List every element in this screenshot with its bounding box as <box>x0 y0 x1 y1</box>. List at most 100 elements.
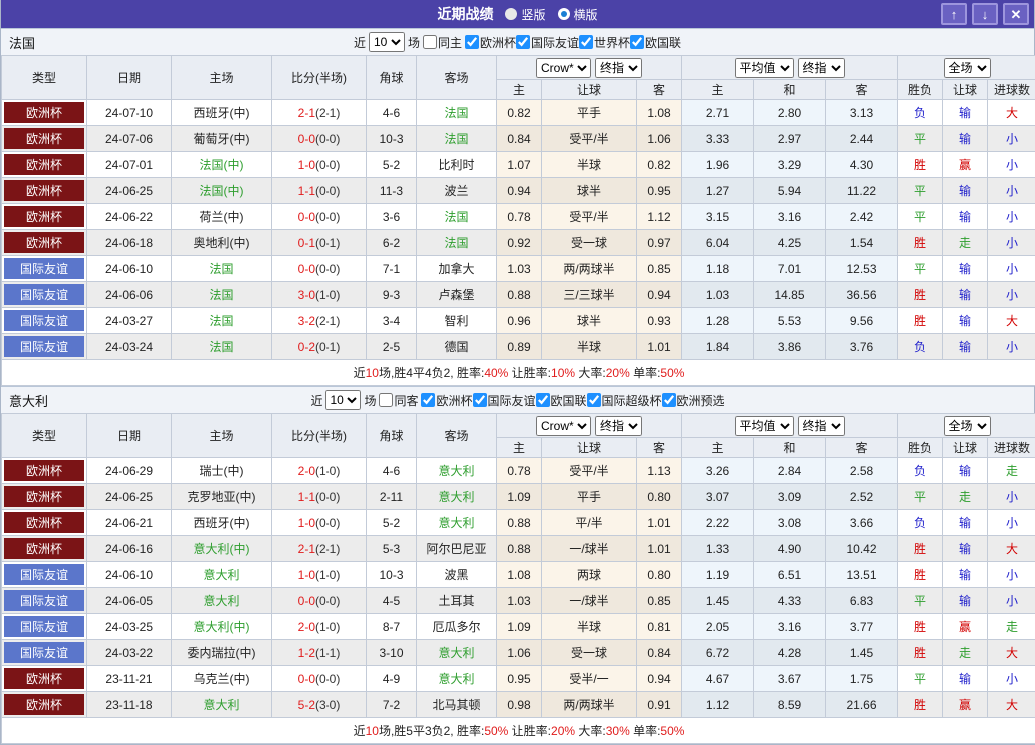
radio-horizontal-layout[interactable]: 横版 <box>558 6 598 23</box>
ah-home-odds-cell: 1.03 <box>497 588 542 614</box>
league-checkbox-label[interactable]: 欧洲预选 <box>662 392 725 409</box>
result-cell: 胜 <box>898 562 943 588</box>
match-row: 欧洲杯24-06-29瑞士(中)2-0(1-0)4-6意大利0.78受平/半1.… <box>2 458 1035 484</box>
avg-time-select[interactable]: 终指 <box>798 416 845 436</box>
col-header-result: 胜负 <box>898 80 943 100</box>
score-cell: 0-0(0-0) <box>272 588 367 614</box>
radio-horizontal-label[interactable]: 横版 <box>574 6 598 23</box>
avg-odds-select[interactable]: 平均值 <box>735 58 794 78</box>
league-checkbox[interactable] <box>662 393 676 407</box>
match-row: 国际友谊24-06-10意大利1-0(1-0)10-3波黑1.08两球0.801… <box>2 562 1035 588</box>
league-checkbox-label[interactable]: 欧国联 <box>630 34 681 51</box>
result-cell: 平 <box>898 588 943 614</box>
home-team-cell: 法国 <box>172 256 272 282</box>
home-team-cell: 西班牙(中) <box>172 510 272 536</box>
radio-vertical-icon[interactable] <box>505 8 517 20</box>
bookmaker-select[interactable]: Crow* <box>536 58 591 78</box>
ah-line-cell: 受平/半 <box>542 126 637 152</box>
score-cell: 1-0(0-0) <box>272 510 367 536</box>
league-checkbox-label[interactable]: 国际友谊 <box>473 392 536 409</box>
match-row: 欧洲杯24-07-10西班牙(中)2-1(2-1)4-6法国0.82平手1.08… <box>2 100 1035 126</box>
avg-away-odds-cell: 1.54 <box>826 230 898 256</box>
goals-result-cell: 小 <box>988 484 1035 510</box>
league-type-cell: 欧洲杯 <box>2 152 87 178</box>
avg-select-group: 平均值终指 <box>682 56 898 80</box>
scope-select[interactable]: 全场 <box>944 58 991 78</box>
col-header-date: 日期 <box>87 414 172 458</box>
date-cell: 24-06-25 <box>87 484 172 510</box>
league-checkbox[interactable] <box>465 35 479 49</box>
odds-time-select[interactable]: 终指 <box>595 416 642 436</box>
league-checkbox[interactable] <box>579 35 593 49</box>
home-team-cell: 意大利(中) <box>172 536 272 562</box>
goals-result-cell: 小 <box>988 334 1035 360</box>
league-checkbox[interactable] <box>630 35 644 49</box>
down-arrow-icon: ↓ <box>982 8 989 21</box>
league-checkbox[interactable] <box>516 35 530 49</box>
score-cell: 2-0(1-0) <box>272 458 367 484</box>
date-cell: 24-07-06 <box>87 126 172 152</box>
odds-time-select[interactable]: 终指 <box>595 58 642 78</box>
ah-home-odds-cell: 1.09 <box>497 484 542 510</box>
avg-away-odds-cell: 3.13 <box>826 100 898 126</box>
same-venue-checkbox-label[interactable]: 同客 <box>379 392 418 409</box>
move-up-button[interactable]: ↑ <box>941 3 967 25</box>
league-checkbox[interactable] <box>421 393 435 407</box>
col-header-corners: 角球 <box>367 56 417 100</box>
radio-vertical-layout[interactable]: 竖版 <box>505 6 545 23</box>
recent-count-select[interactable]: 10 <box>369 32 405 52</box>
bookmaker-select[interactable]: Crow* <box>536 416 591 436</box>
league-checkbox-label[interactable]: 欧洲杯 <box>421 392 472 409</box>
col-header-1x2-draw: 和 <box>754 80 826 100</box>
ah-away-odds-cell: 0.84 <box>637 640 682 666</box>
league-type-cell: 欧洲杯 <box>2 666 87 692</box>
avg-away-odds-cell: 2.42 <box>826 204 898 230</box>
ah-home-odds-cell: 0.95 <box>497 666 542 692</box>
ah-result-cell: 赢 <box>943 614 988 640</box>
avg-away-odds-cell: 1.45 <box>826 640 898 666</box>
avg-away-odds-cell: 3.66 <box>826 510 898 536</box>
scope-select[interactable]: 全场 <box>944 416 991 436</box>
away-team-cell: 意大利 <box>417 640 497 666</box>
avg-away-odds-cell: 12.53 <box>826 256 898 282</box>
avg-odds-select[interactable]: 平均值 <box>735 416 794 436</box>
home-team-cell: 意大利 <box>172 692 272 718</box>
recent-count-select[interactable]: 10 <box>325 390 361 410</box>
ah-line-cell: 半球 <box>542 152 637 178</box>
move-down-button[interactable]: ↓ <box>972 3 998 25</box>
avg-home-odds-cell: 6.72 <box>682 640 754 666</box>
league-checkbox-label[interactable]: 国际友谊 <box>516 34 579 51</box>
ah-away-odds-cell: 0.80 <box>637 562 682 588</box>
col-header-ah-line: 让球 <box>542 438 637 458</box>
avg-home-odds-cell: 2.71 <box>682 100 754 126</box>
league-checkbox[interactable] <box>536 393 550 407</box>
same-venue-checkbox[interactable] <box>379 393 393 407</box>
same-venue-checkbox-label[interactable]: 同主 <box>423 34 462 51</box>
league-checkbox[interactable] <box>587 393 601 407</box>
corners-cell: 7-2 <box>367 692 417 718</box>
league-checkbox-label[interactable]: 欧洲杯 <box>465 34 516 51</box>
league-checkbox[interactable] <box>473 393 487 407</box>
result-cell: 胜 <box>898 152 943 178</box>
avg-home-odds-cell: 4.67 <box>682 666 754 692</box>
league-checkbox-label[interactable]: 欧国联 <box>536 392 587 409</box>
radio-horizontal-icon[interactable] <box>558 8 570 20</box>
ah-home-odds-cell: 1.06 <box>497 640 542 666</box>
avg-away-odds-cell: 2.52 <box>826 484 898 510</box>
league-type-cell: 欧洲杯 <box>2 178 87 204</box>
league-checkbox-label[interactable]: 国际超级杯 <box>587 392 662 409</box>
home-team-cell: 意大利(中) <box>172 614 272 640</box>
radio-vertical-label[interactable]: 竖版 <box>521 6 545 23</box>
col-header-ah-result: 让球 <box>943 438 988 458</box>
col-header-goals-result: 进球数 <box>988 80 1035 100</box>
same-venue-checkbox[interactable] <box>423 35 437 49</box>
avg-time-select[interactable]: 终指 <box>798 58 845 78</box>
corners-cell: 10-3 <box>367 562 417 588</box>
league-checkbox-label[interactable]: 世界杯 <box>579 34 630 51</box>
date-cell: 24-03-27 <box>87 308 172 334</box>
close-button[interactable]: ✕ <box>1003 3 1029 25</box>
date-cell: 24-03-25 <box>87 614 172 640</box>
goals-result-cell: 大 <box>988 692 1035 718</box>
col-header-score: 比分(半场) <box>272 56 367 100</box>
avg-draw-odds-cell: 2.84 <box>754 458 826 484</box>
